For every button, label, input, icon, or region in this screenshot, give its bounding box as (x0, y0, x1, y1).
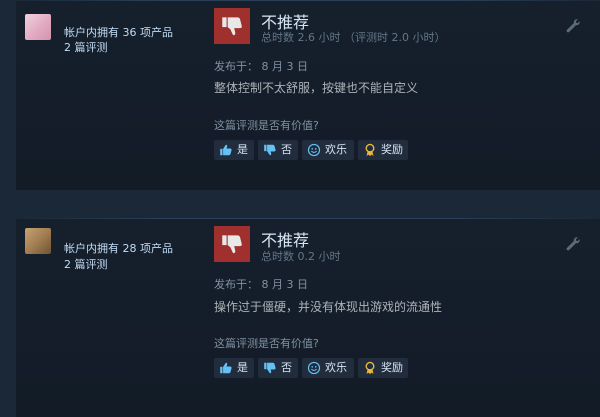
vote-funny-button[interactable]: 欢乐 (302, 358, 354, 378)
helpful-question: 这篇评测是否有价值? (214, 337, 319, 350)
playtime-hours: 总时数 2.6 小时 （评测时 2.0 小时） (261, 31, 446, 44)
vote-yes-label: 是 (237, 143, 248, 156)
thumbs-down-icon (264, 144, 276, 156)
thumbs-down-icon (214, 226, 250, 262)
review-count[interactable]: 2 篇评测 (64, 257, 108, 272)
avatar[interactable] (25, 228, 51, 254)
products-owned[interactable]: 帐户内拥有 36 项产品 (64, 25, 173, 40)
award-icon (365, 143, 375, 157)
smiley-icon (307, 361, 321, 375)
award-label: 奖励 (381, 361, 403, 374)
avatar[interactable] (25, 14, 51, 40)
vote-no-button[interactable]: 否 (258, 358, 298, 378)
thumbs-up-icon (220, 362, 232, 374)
review-divider (16, 0, 600, 1)
posted-date: 发布于： 8 月 3 日 (214, 60, 308, 73)
vote-no-button[interactable]: 否 (258, 140, 298, 160)
vote-no-label: 否 (281, 361, 292, 374)
review-divider (16, 218, 600, 219)
vote-yes-button[interactable]: 是 (214, 140, 254, 160)
wrench-icon[interactable] (564, 17, 582, 35)
products-owned[interactable]: 帐户内拥有 28 项产品 (64, 241, 173, 256)
thumbs-down-icon (214, 8, 250, 44)
review-card: 帐户内拥有 36 项产品 2 篇评测 不推荐 总时数 2.6 小时 （评测时 2… (16, 0, 600, 190)
award-icon (365, 361, 375, 375)
award-button[interactable]: 奖励 (358, 358, 408, 378)
vote-yes-button[interactable]: 是 (214, 358, 254, 378)
vote-funny-label: 欢乐 (325, 143, 347, 156)
vote-no-label: 否 (281, 143, 292, 156)
posted-date: 发布于： 8 月 3 日 (214, 278, 308, 291)
helpful-question: 这篇评测是否有价值? (214, 119, 319, 132)
vote-funny-label: 欢乐 (325, 361, 347, 374)
thumbs-down-icon (264, 362, 276, 374)
review-text: 操作过于僵硬，并没有体现出游戏的流通性 (214, 300, 443, 314)
vote-yes-label: 是 (237, 361, 248, 374)
review-count[interactable]: 2 篇评测 (64, 40, 108, 55)
playtime-hours: 总时数 0.2 小时 (261, 250, 341, 263)
review-text: 整体控制不太舒服，按键也不能自定义 (214, 81, 419, 95)
vote-funny-button[interactable]: 欢乐 (302, 140, 354, 160)
reviews-page: 帐户内拥有 36 项产品 2 篇评测 不推荐 总时数 2.6 小时 （评测时 2… (0, 0, 600, 417)
award-button[interactable]: 奖励 (358, 140, 408, 160)
smiley-icon (307, 143, 321, 157)
wrench-icon[interactable] (564, 235, 582, 253)
thumbs-up-icon (220, 144, 232, 156)
review-card: 帐户内拥有 28 项产品 2 篇评测 不推荐 总时数 0.2 小时 发布于： 8… (16, 218, 600, 417)
award-label: 奖励 (381, 143, 403, 156)
